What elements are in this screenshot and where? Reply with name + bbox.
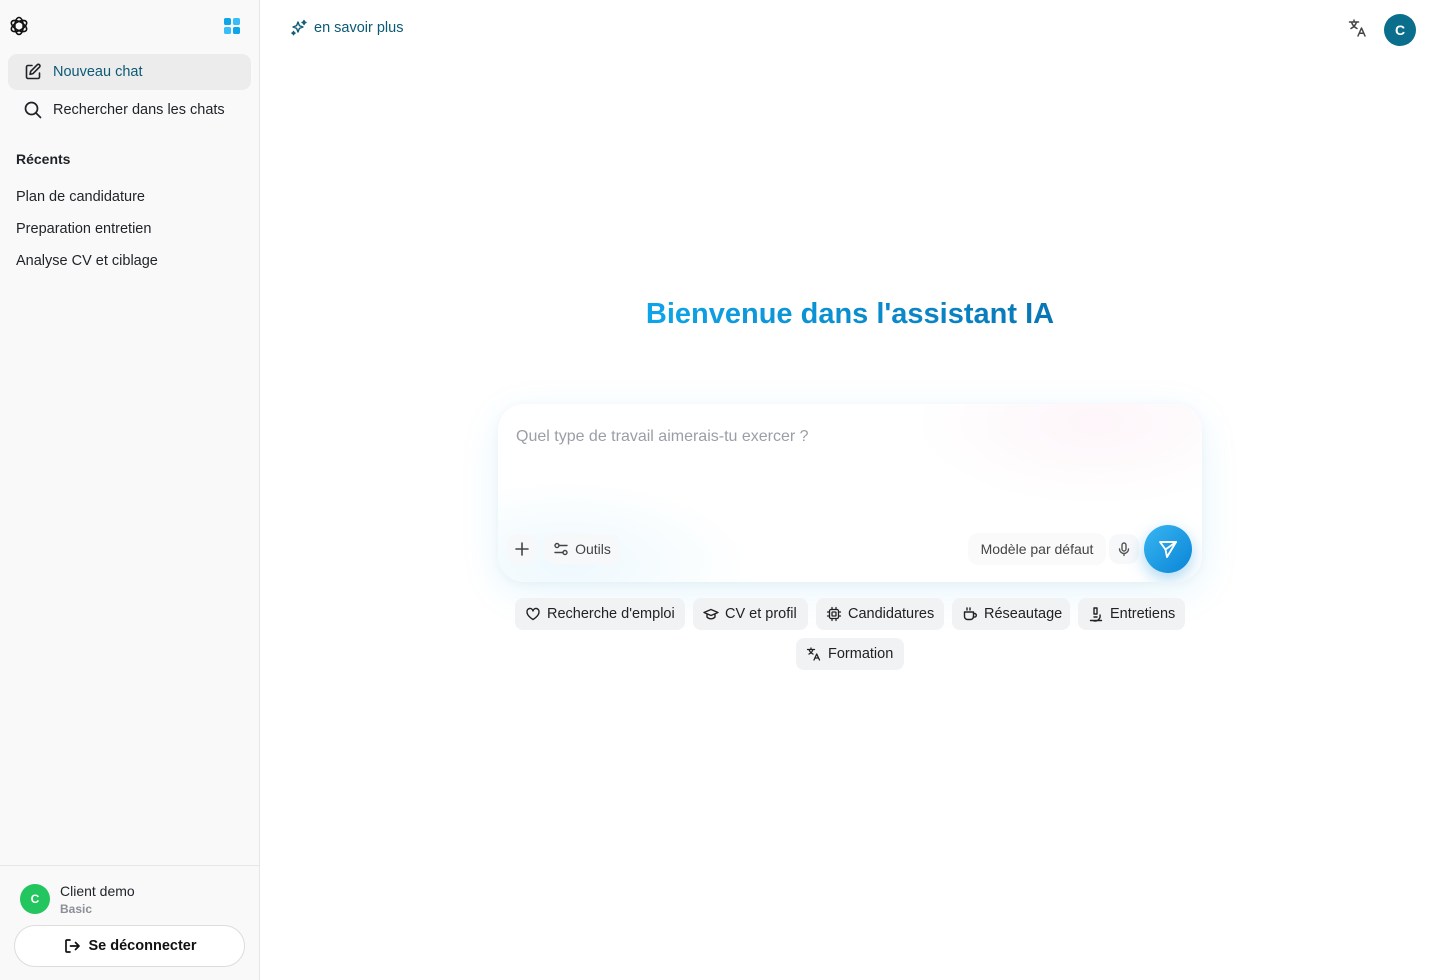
search-chats-button[interactable]: Rechercher dans les chats — [8, 92, 251, 128]
welcome-title-text: Bienvenue dans l'assistant IA — [645, 298, 1055, 330]
chip-label: Recherche d'emploi — [547, 606, 675, 622]
user-plan-badge: Basic — [60, 902, 93, 916]
sidebar-footer: C Client demo Basic Se déconnecter — [0, 865, 259, 980]
send-button[interactable] — [1144, 525, 1192, 573]
learn-more-link[interactable]: en savoir plus — [290, 18, 403, 38]
microphone-button[interactable] — [1109, 534, 1139, 564]
recent-chat-item[interactable]: Analyse CV et ciblage — [8, 247, 251, 275]
chip-label: CV et profil — [725, 606, 797, 622]
chip-applications[interactable]: Candidatures — [816, 598, 944, 630]
chat-composer: Outils Modèle par défaut — [498, 404, 1202, 582]
chip-job-search[interactable]: Recherche d'emploi — [515, 598, 685, 630]
chip-label: Candidatures — [848, 606, 935, 622]
translate-icon — [806, 646, 822, 662]
graduation-cap-icon — [703, 606, 719, 622]
sliders-icon — [553, 541, 569, 557]
chip-label: Réseautage — [984, 606, 1063, 622]
recent-chat-item[interactable]: Preparation entretien — [8, 215, 251, 243]
sidebar: Nouveau chat Rechercher dans les chats R… — [0, 0, 260, 980]
microphone-icon — [1116, 541, 1132, 557]
grid-squares-icon[interactable] — [222, 16, 242, 36]
chip-networking[interactable]: Réseautage — [952, 598, 1070, 630]
coffee-cup-icon — [962, 606, 978, 622]
logout-label: Se déconnecter — [88, 938, 197, 954]
add-attachment-button[interactable] — [507, 534, 537, 564]
heart-icon — [525, 606, 541, 622]
logout-icon — [63, 937, 81, 955]
recent-chat-label: Preparation entretien — [16, 221, 152, 237]
sparkles-icon — [290, 19, 308, 37]
user-name: Client demo — [60, 883, 135, 899]
recents-heading: Récents — [16, 151, 71, 167]
chip-label: Formation — [828, 646, 894, 662]
tools-button[interactable]: Outils — [544, 534, 620, 564]
search-chats-label: Rechercher dans les chats — [53, 102, 225, 118]
welcome-title: Bienvenue dans l'assistant IA — [260, 294, 1440, 334]
chip-interviews[interactable]: Entretiens — [1078, 598, 1185, 630]
recent-chat-label: Analyse CV et ciblage — [16, 253, 158, 269]
search-icon — [23, 100, 43, 120]
new-chat-button[interactable]: Nouveau chat — [8, 54, 251, 90]
tools-label: Outils — [575, 541, 611, 557]
chip-cpu-icon — [826, 606, 842, 622]
chip-cv-profile[interactable]: CV et profil — [693, 598, 808, 630]
microscope-icon — [1088, 606, 1104, 622]
recent-chat-item[interactable]: Plan de candidature — [8, 183, 251, 211]
logout-button[interactable]: Se déconnecter — [14, 925, 245, 967]
paper-plane-icon — [1157, 538, 1179, 560]
chip-training[interactable]: Formation — [796, 638, 904, 670]
edit-square-icon — [23, 62, 43, 82]
recent-chat-label: Plan de candidature — [16, 189, 145, 205]
new-chat-label: Nouveau chat — [53, 64, 143, 80]
plus-icon — [514, 541, 530, 557]
translate-icon[interactable] — [1347, 17, 1369, 39]
chip-label: Entretiens — [1110, 606, 1176, 622]
model-selector[interactable]: Modèle par défaut — [968, 533, 1106, 565]
chat-input[interactable] — [516, 428, 1176, 508]
learn-more-label: en savoir plus — [314, 20, 404, 36]
openai-logo-icon[interactable] — [7, 14, 31, 38]
user-avatar: C — [20, 884, 50, 914]
user-avatar-top[interactable]: C — [1384, 14, 1416, 46]
